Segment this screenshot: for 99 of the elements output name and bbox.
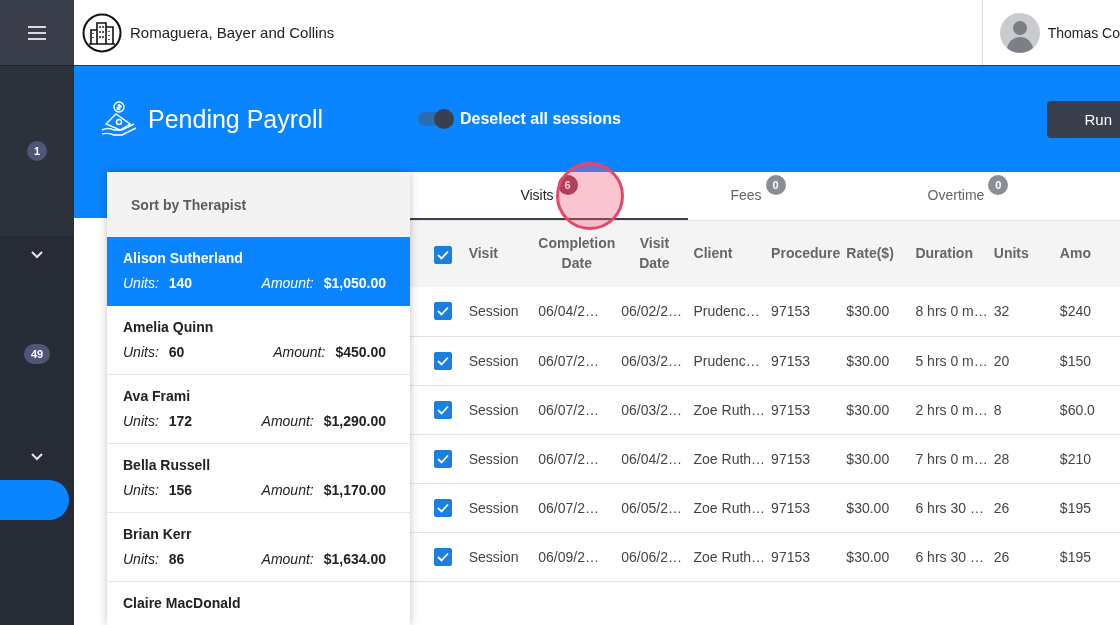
table-cell: 26 xyxy=(993,499,1010,516)
table-cell: Prudenc… xyxy=(693,352,760,369)
table-cell: 06/02/2… xyxy=(621,303,682,320)
count-badge: 49 xyxy=(23,344,51,364)
column-header[interactable]: Units xyxy=(993,245,1029,262)
chevron-down-icon[interactable] xyxy=(31,251,43,259)
table-cell: 28 xyxy=(993,450,1010,467)
table-cell: 06/03/2… xyxy=(621,401,682,418)
table-cell: Session xyxy=(468,352,519,369)
checkmark-icon xyxy=(437,355,449,366)
column-header[interactable]: Completion Date xyxy=(538,234,616,274)
table-cell: Session xyxy=(468,499,519,516)
table-cell: 6 hrs 30 … xyxy=(915,499,984,516)
select-all-checkbox[interactable] xyxy=(434,245,452,264)
table-cell: $30.00 xyxy=(846,499,890,516)
toggle-switch[interactable] xyxy=(418,112,452,126)
chevron-down-icon[interactable] xyxy=(31,453,43,461)
table-cell: Zoe Ruth… xyxy=(693,401,766,418)
tab[interactable]: Overtime 0 xyxy=(828,172,1108,220)
table-cell: 06/04/2… xyxy=(621,450,682,467)
checkmark-icon xyxy=(437,502,449,513)
table-cell: 97153 xyxy=(771,303,811,320)
table-cell: Zoe Ruth… xyxy=(693,499,766,516)
table-cell: Session xyxy=(468,303,519,320)
row-checkbox[interactable] xyxy=(434,449,452,468)
table-cell: $30.00 xyxy=(846,548,890,565)
table-cell: Zoe Ruth… xyxy=(693,548,766,565)
tab[interactable]: Fees 0 xyxy=(688,172,828,220)
menu-icon[interactable] xyxy=(27,24,47,41)
page-title: Pending Payroll xyxy=(148,104,325,134)
table-cell: 06/06/2… xyxy=(621,548,682,565)
row-checkbox[interactable] xyxy=(434,400,452,419)
table-cell: 06/07/2… xyxy=(538,401,599,418)
checkmark-icon xyxy=(437,404,449,415)
table-cell: $30.00 xyxy=(846,352,890,369)
row-checkbox[interactable] xyxy=(434,547,452,566)
checkmark-icon xyxy=(437,306,449,317)
toggle-label: Deselect all sessions xyxy=(460,110,621,128)
table-cell: 8 hrs 0 m… xyxy=(915,303,988,320)
column-header[interactable]: Client xyxy=(693,245,733,262)
table-cell: Session xyxy=(468,450,519,467)
table-cell: $30.00 xyxy=(846,303,890,320)
table-cell: $210 xyxy=(1059,450,1091,467)
row-checkbox[interactable] xyxy=(434,351,452,370)
checkmark-icon xyxy=(437,249,449,260)
table-cell: $240 xyxy=(1059,303,1091,320)
column-header[interactable]: Duration xyxy=(915,245,973,262)
table-cell: 06/07/2… xyxy=(538,450,599,467)
table-cell: 06/05/2… xyxy=(621,499,682,516)
table-cell: 26 xyxy=(993,548,1010,565)
company-name: Romaguera, Bayer and Collins xyxy=(130,24,335,41)
count-badge: 0 xyxy=(765,175,786,195)
checkmark-icon xyxy=(437,453,449,464)
count-badge: 6 xyxy=(557,175,578,195)
table-cell: 06/09/2… xyxy=(538,548,599,565)
table-cell: 32 xyxy=(993,303,1010,320)
table-cell: 97153 xyxy=(771,401,811,418)
table-cell: 8 xyxy=(993,401,1002,418)
table-cell: $195 xyxy=(1059,499,1091,516)
column-header[interactable]: Rate($) xyxy=(846,245,894,262)
count-badge: 0 xyxy=(988,175,1009,195)
table-cell: 97153 xyxy=(771,450,811,467)
row-checkbox[interactable] xyxy=(434,498,452,517)
panel-heading: Sort by Therapist xyxy=(107,172,410,237)
table-cell: 6 hrs 30 … xyxy=(915,548,984,565)
user-name[interactable]: Thomas Co xyxy=(1047,24,1120,41)
table-cell: 06/07/2… xyxy=(538,352,599,369)
table-cell: 5 hrs 0 m… xyxy=(915,352,988,369)
therapist-item[interactable]: Alison Sutherland Units: 140 Amount: $1,050.00 xyxy=(107,237,410,306)
table-cell: 7 hrs 0 m… xyxy=(915,450,988,467)
column-header[interactable]: Visit xyxy=(468,245,498,262)
table-cell: Session xyxy=(468,401,519,418)
building-logo-icon xyxy=(82,12,122,53)
active-nav-item[interactable] xyxy=(0,480,69,520)
table-cell: $30.00 xyxy=(846,450,890,467)
table-cell: Session xyxy=(468,548,519,565)
hand-money-icon xyxy=(100,100,138,138)
table-cell: 06/07/2… xyxy=(538,499,599,516)
count-badge: 1 xyxy=(27,141,47,161)
table-cell: 06/03/2… xyxy=(621,352,682,369)
table-cell: 97153 xyxy=(771,352,811,369)
column-header[interactable]: Visit Date xyxy=(632,234,677,274)
column-header[interactable]: Procedure xyxy=(771,245,841,262)
table-cell: Prudenc… xyxy=(693,303,760,320)
table-cell: 06/04/2… xyxy=(538,303,599,320)
column-header[interactable]: Amo xyxy=(1059,245,1091,262)
table-cell: $195 xyxy=(1059,548,1091,565)
table-cell: 2 hrs 0 m… xyxy=(915,401,988,418)
table-cell: 20 xyxy=(993,352,1010,369)
table-cell: $60.0 xyxy=(1059,401,1095,418)
row-checkbox[interactable] xyxy=(434,302,452,321)
table-cell: Zoe Ruth… xyxy=(693,450,766,467)
avatar-icon[interactable] xyxy=(999,12,1040,53)
table-cell: 97153 xyxy=(771,548,811,565)
table-cell: $150 xyxy=(1059,352,1091,369)
run-button[interactable]: Run xyxy=(1047,100,1120,138)
table-cell: $30.00 xyxy=(846,401,890,418)
checkmark-icon xyxy=(437,551,449,562)
table-cell: 97153 xyxy=(771,499,811,516)
